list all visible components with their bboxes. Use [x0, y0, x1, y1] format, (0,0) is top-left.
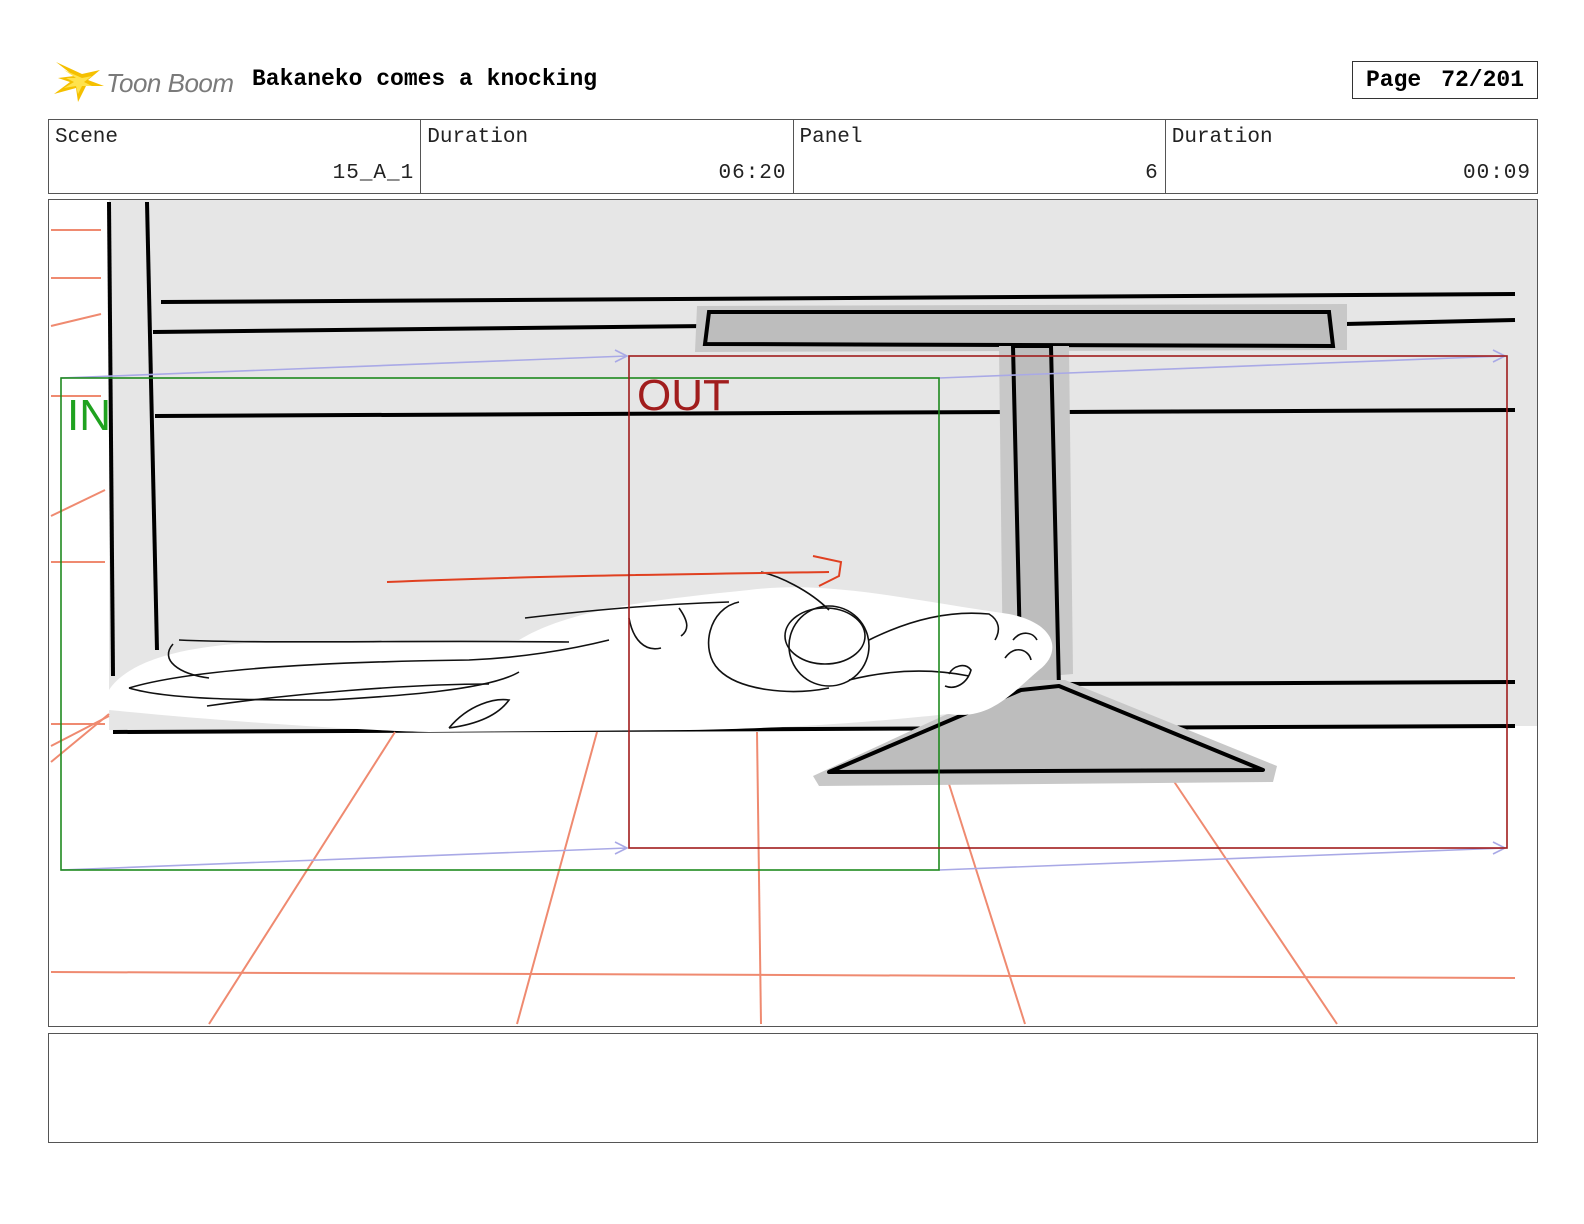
panel-drawing: IN OUT	[49, 200, 1537, 1026]
page-label: Page	[1365, 67, 1422, 93]
panel-duration-label: Duration	[1171, 126, 1273, 149]
page-indicator: Page 72/201	[1352, 61, 1538, 99]
toon-boom-logo: Toon Boom	[52, 56, 242, 106]
scene-duration-label: Duration	[427, 126, 529, 149]
out-label: OUT	[637, 371, 730, 420]
floor	[49, 726, 1537, 1026]
scene-cell: Scene 15_A_1	[49, 120, 420, 193]
scene-label: Scene	[55, 126, 119, 149]
logo-text: Toon Boom	[106, 68, 234, 98]
scene-duration-value: 06:20	[718, 162, 787, 185]
panel-duration-value: 00:09	[1462, 162, 1531, 185]
scene-duration-cell: Duration 06:20	[420, 120, 792, 193]
panel-label: Panel	[799, 126, 863, 149]
info-table: Scene 15_A_1 Duration 06:20 Panel 6 Dura…	[48, 119, 1538, 194]
page-number: 72/201	[1441, 67, 1525, 93]
panel-duration-cell: Duration 00:09	[1164, 120, 1537, 193]
starburst-icon	[54, 62, 104, 102]
in-label: IN	[67, 391, 111, 440]
margin-ticks	[50, 229, 110, 763]
panel-value: 6	[1145, 162, 1159, 185]
notes-box	[48, 1033, 1538, 1143]
header: Toon Boom Bakaneko comes a knocking Page…	[48, 52, 1538, 108]
panel-cell: Panel 6	[792, 120, 1165, 193]
scene-value: 15_A_1	[332, 162, 415, 185]
storyboard-panel: IN OUT	[48, 199, 1538, 1027]
document-title: Bakaneko comes a knocking	[252, 66, 598, 92]
